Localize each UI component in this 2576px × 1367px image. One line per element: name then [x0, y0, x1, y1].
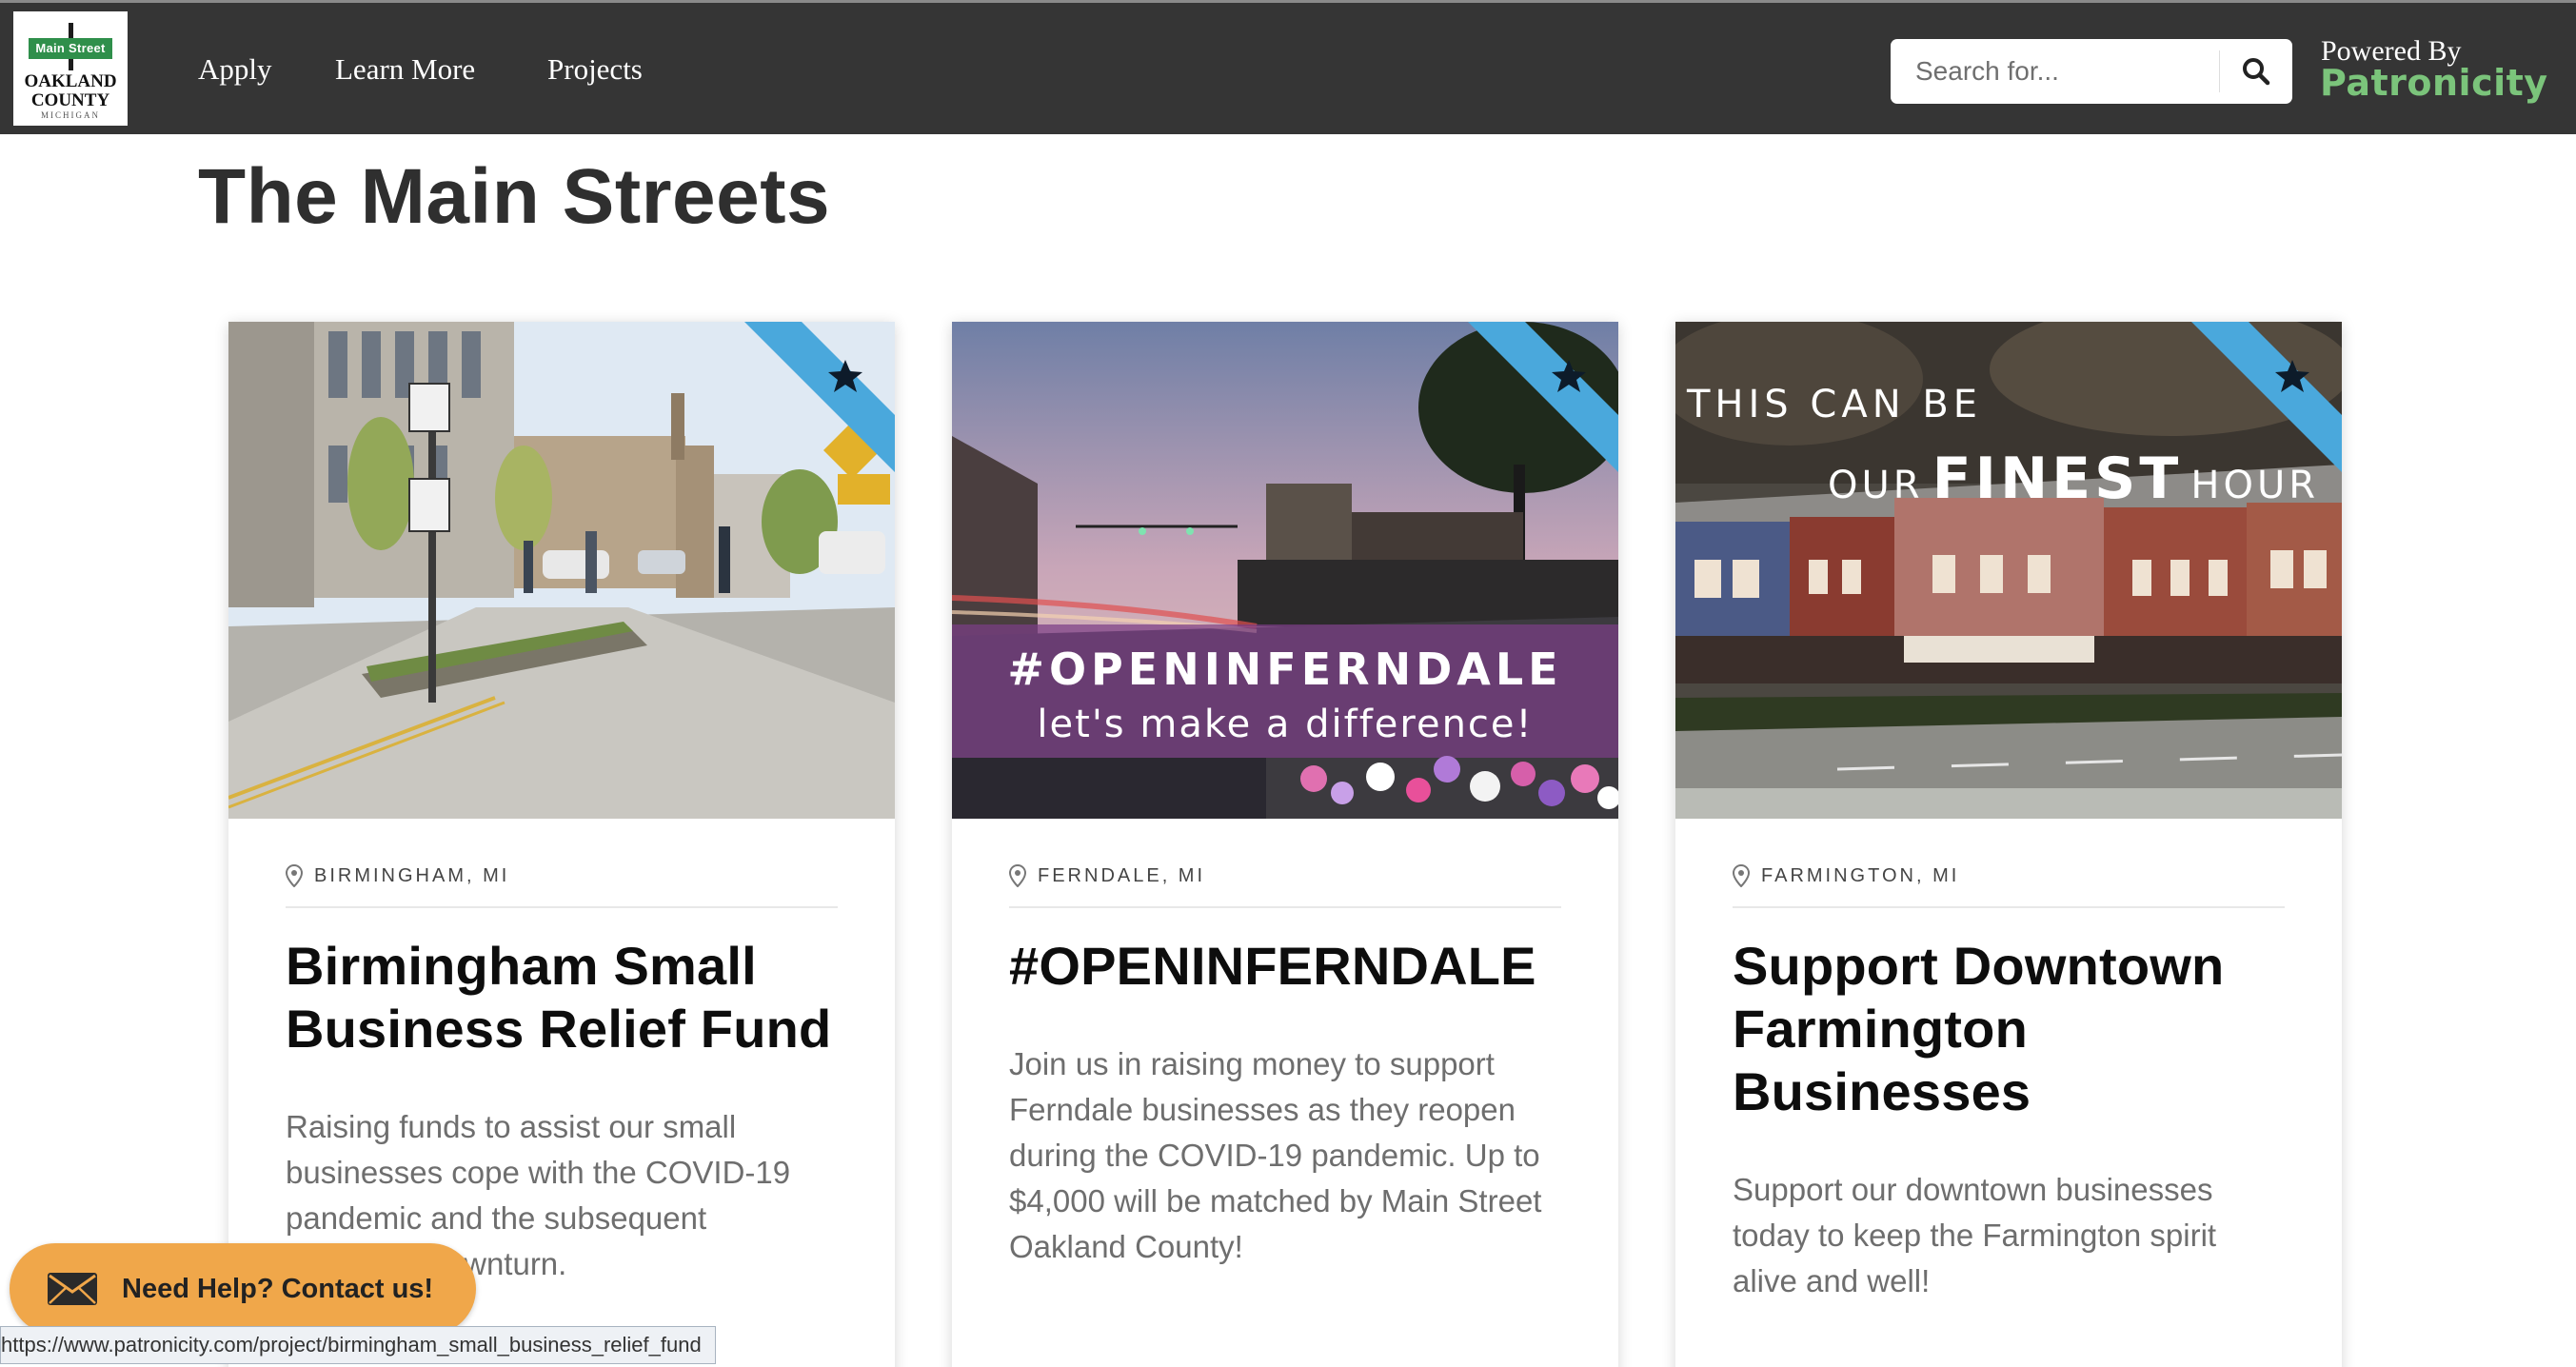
card-description: Support our downtown businesses today to…	[1733, 1172, 2217, 1298]
card-title[interactable]: #OPENINFERNDALE	[1009, 935, 1580, 998]
featured-ribbon	[1468, 322, 1618, 472]
main-street-oakland-county-logo[interactable]: Main Street OAKLAND COUNTY MICHIGAN	[13, 11, 128, 126]
envelope-icon	[46, 1271, 99, 1307]
card-divider	[286, 906, 838, 908]
logo-line-2: COUNTY	[30, 90, 110, 110]
card-location: FERNDALE, MI	[1009, 864, 1205, 887]
nav-apply[interactable]: Apply	[198, 52, 272, 87]
map-pin-icon	[1009, 864, 1026, 887]
project-image-birmingham[interactable]	[228, 322, 895, 819]
card-location: BIRMINGHAM, MI	[286, 864, 509, 887]
project-image-ferndale[interactable]: #OPENINFERNDALE let's make a difference!	[952, 322, 1618, 819]
search-button[interactable]	[2220, 39, 2292, 104]
location-text: BIRMINGHAM, MI	[314, 864, 510, 886]
card-location: FARMINGTON, MI	[1733, 864, 1959, 887]
card-title[interactable]: Support Downtown Farmington Businesses	[1733, 935, 2304, 1123]
patronicity-brand-link[interactable]: Patronicity	[2320, 62, 2548, 104]
logo-post-top	[69, 23, 73, 38]
status-bar-url: https://www.patronicity.com/project/birm…	[0, 1326, 716, 1364]
overlay-word-our: OUR	[1828, 464, 1924, 507]
project-card-farmington[interactable]: THIS CAN BE OUR FINEST HOUR FARMINGTON, …	[1675, 322, 2342, 1367]
logo-post-bottom	[69, 59, 73, 70]
location-text: FERNDALE, MI	[1038, 864, 1206, 886]
location-text: FARMINGTON, MI	[1761, 864, 1960, 886]
ferndale-overlay-headline: #OPENINFERNDALE	[1007, 644, 1563, 695]
featured-ribbon	[744, 322, 895, 472]
logo-sign: Main Street	[29, 38, 112, 59]
search-input[interactable]	[1891, 39, 2219, 104]
featured-ribbon	[2191, 322, 2342, 472]
map-pin-icon	[1733, 864, 1750, 887]
card-divider	[1733, 906, 2285, 908]
farmington-overlay-line-1: THIS CAN BE	[1687, 383, 1983, 426]
search-icon	[2243, 58, 2270, 86]
project-card-birmingham[interactable]: BIRMINGHAM, MI Birmingham Small Business…	[228, 322, 895, 1367]
search-box	[1891, 39, 2292, 104]
page-title: The Main Streets	[198, 153, 831, 240]
nav-learn-more[interactable]: Learn More	[335, 52, 475, 87]
card-divider	[1009, 906, 1561, 908]
project-card-ferndale[interactable]: #OPENINFERNDALE let's make a difference!…	[952, 322, 1618, 1367]
logo-line-1: OAKLAND	[24, 71, 117, 91]
top-navbar: Main Street OAKLAND COUNTY MICHIGAN Appl…	[0, 0, 2576, 134]
help-label: Need Help? Contact us!	[122, 1273, 434, 1304]
card-title[interactable]: Birmingham Small Business Relief Fund	[286, 935, 857, 1060]
card-description: Join us in raising money to support Fern…	[1009, 1046, 1542, 1264]
map-pin-icon	[286, 864, 303, 887]
ferndale-overlay-subline: let's make a difference!	[1037, 703, 1534, 746]
logo-line-3: MICHIGAN	[41, 110, 100, 120]
nav-projects[interactable]: Projects	[547, 52, 643, 87]
contact-help-button[interactable]: Need Help? Contact us!	[10, 1243, 476, 1335]
overlay-word-finest: FINEST	[1932, 446, 2183, 512]
project-image-farmington[interactable]: THIS CAN BE OUR FINEST HOUR	[1675, 322, 2342, 819]
